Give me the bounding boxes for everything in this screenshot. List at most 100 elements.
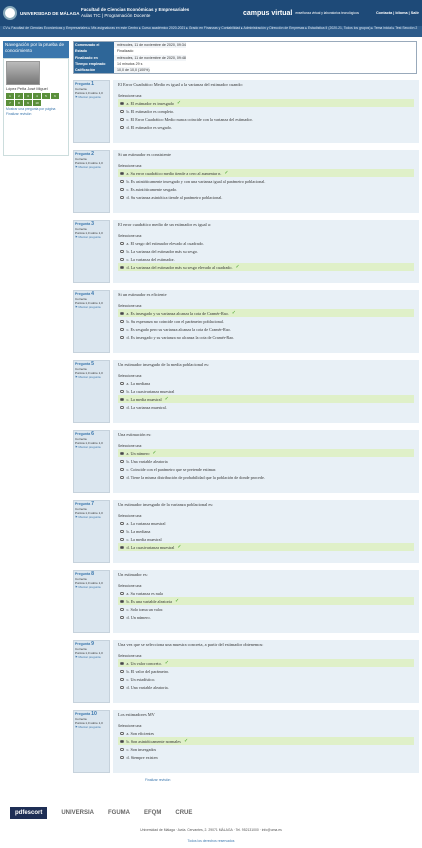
answer-option[interactable]: d. Una variable aleatoria. <box>118 683 414 691</box>
flag-question-link[interactable]: ⚑ Marcar pregunta <box>75 165 108 169</box>
radio-button[interactable] <box>120 591 124 596</box>
answer-option[interactable]: b. La mediana <box>118 527 414 535</box>
radio-button[interactable] <box>120 381 124 386</box>
answer-option[interactable]: d. El estimador es sesgado. <box>118 123 414 131</box>
answer-option[interactable]: c. La varianza del estimador. <box>118 255 414 263</box>
flag-question-link[interactable]: ⚑ Marcar pregunta <box>75 235 108 239</box>
nav-question-button[interactable]: 1 <box>6 93 14 99</box>
partner-logo[interactable]: FGUMA <box>108 810 130 816</box>
radio-button[interactable] <box>120 405 124 410</box>
radio-button[interactable] <box>120 661 124 666</box>
nav-question-button[interactable]: 10 <box>33 100 41 106</box>
nav-question-button[interactable]: 4 <box>33 93 41 99</box>
answer-option[interactable]: a. Un número ✓ <box>118 449 414 458</box>
radio-button[interactable] <box>120 755 124 760</box>
answer-option[interactable]: b. Una variable aleatoria <box>118 457 414 465</box>
radio-button[interactable] <box>120 739 124 744</box>
breadcrumb[interactable]: CV ▸ Facultad de Ciencias Económicas y E… <box>0 26 422 37</box>
answer-option[interactable]: a. La mediana <box>118 379 414 387</box>
radio-button[interactable] <box>120 335 124 340</box>
radio-button[interactable] <box>120 117 124 122</box>
radio-button[interactable] <box>120 257 124 262</box>
radio-button[interactable] <box>120 731 124 736</box>
flag-question-link[interactable]: ⚑ Marcar pregunta <box>75 585 108 589</box>
nav-question-button[interactable]: 3 <box>24 93 32 99</box>
radio-button[interactable] <box>120 101 124 106</box>
answer-option[interactable]: d. Es insesgado y su varianza no alcanza… <box>118 333 414 341</box>
radio-button[interactable] <box>120 451 124 456</box>
answer-option[interactable]: b. Son asintóticamente normales ✓ <box>118 737 414 746</box>
nav-question-button[interactable]: 2 <box>15 93 23 99</box>
answer-option[interactable]: c. Solo toma un valor. <box>118 605 414 613</box>
answer-option[interactable]: b. La cuasivarianza muestral <box>118 387 414 395</box>
answer-option[interactable]: a. Su error cuadrático medio tiende a ce… <box>118 169 414 178</box>
uma-logo[interactable]: UNIVERSIDAD DE MÁLAGA <box>3 6 81 20</box>
answer-option[interactable]: a. El estimador es insesgado ✓ <box>118 99 414 108</box>
radio-button[interactable] <box>120 467 124 472</box>
answer-option[interactable]: c. El Error Cuadrático Medio nunca coinc… <box>118 115 414 123</box>
radio-button[interactable] <box>120 171 124 176</box>
finish-review-bottom-link[interactable]: Finalizar revisión <box>73 778 419 783</box>
nav-question-button[interactable]: 9 <box>24 100 32 106</box>
answer-option[interactable]: d. Siempre existen <box>118 753 414 761</box>
partner-logo[interactable]: pdfescort <box>10 807 48 819</box>
partner-logo[interactable]: CRUE <box>175 810 192 816</box>
radio-button[interactable] <box>120 599 124 604</box>
flag-question-link[interactable]: ⚑ Marcar pregunta <box>75 515 108 519</box>
radio-button[interactable] <box>120 545 124 550</box>
answer-option[interactable]: c. La media muestral <box>118 535 414 543</box>
answer-option[interactable]: d. La cuasivarianza muestral ✓ <box>118 543 414 552</box>
radio-button[interactable] <box>120 195 124 200</box>
radio-button[interactable] <box>120 537 124 542</box>
nav-question-button[interactable]: 7 <box>6 100 14 106</box>
partner-logo[interactable]: EFQM <box>144 810 161 816</box>
answer-option[interactable]: a. La varianza muestral <box>118 519 414 527</box>
answer-option[interactable]: d. Un número. <box>118 613 414 621</box>
answer-option[interactable]: a. Es insesgado y su varianza alcanza la… <box>118 309 414 318</box>
radio-button[interactable] <box>120 187 124 192</box>
radio-button[interactable] <box>120 607 124 612</box>
nav-question-button[interactable]: 6 <box>51 93 59 99</box>
radio-button[interactable] <box>120 241 124 246</box>
answer-option[interactable]: a. Un valor concreto. ✓ <box>118 659 414 668</box>
radio-button[interactable] <box>120 389 124 394</box>
radio-button[interactable] <box>120 249 124 254</box>
flag-question-link[interactable]: ⚑ Marcar pregunta <box>75 655 108 659</box>
radio-button[interactable] <box>120 125 124 130</box>
finish-review-link[interactable]: Finalizar revisión <box>6 112 66 117</box>
flag-question-link[interactable]: ⚑ Marcar pregunta <box>75 725 108 729</box>
answer-option[interactable]: c. Es sesgado pero su varianza alcanza l… <box>118 325 414 333</box>
answer-option[interactable]: b. Su esperanza no coincide con el parám… <box>118 317 414 325</box>
answer-option[interactable]: d. La varianza del estimador más su sesg… <box>118 263 414 272</box>
answer-option[interactable]: b. Es una variable aleatoria ✓ <box>118 597 414 606</box>
footer-rights[interactable]: Todos los derechos reservados <box>0 839 422 843</box>
answer-option[interactable]: b. El valor del parámetro. <box>118 667 414 675</box>
answer-option[interactable]: d. Su varianza asintótica tiende al pará… <box>118 193 414 201</box>
radio-button[interactable] <box>120 397 124 402</box>
radio-button[interactable] <box>120 327 124 332</box>
radio-button[interactable] <box>120 265 124 270</box>
radio-button[interactable] <box>120 669 124 674</box>
answer-option[interactable]: d. La varianza muestral. <box>118 403 414 411</box>
radio-button[interactable] <box>120 521 124 526</box>
partner-logo[interactable]: UNIVERSIA <box>61 810 94 816</box>
answer-option[interactable]: b. Es asintóticamente insesgado y con un… <box>118 177 414 185</box>
radio-button[interactable] <box>120 529 124 534</box>
radio-button[interactable] <box>120 319 124 324</box>
nav-question-button[interactable]: 5 <box>42 93 50 99</box>
flag-question-link[interactable]: ⚑ Marcar pregunta <box>75 375 108 379</box>
top-links[interactable]: Contacta | Idioma | Salir <box>367 11 419 15</box>
answer-option[interactable]: b. La varianza del estimador más su sesg… <box>118 247 414 255</box>
radio-button[interactable] <box>120 677 124 682</box>
radio-button[interactable] <box>120 475 124 480</box>
flag-question-link[interactable]: ⚑ Marcar pregunta <box>75 305 108 309</box>
radio-button[interactable] <box>120 459 124 464</box>
faculty-title[interactable]: Facultad de Ciencias Económicas y Empres… <box>81 7 243 19</box>
nav-question-button[interactable]: 8 <box>15 100 23 106</box>
radio-button[interactable] <box>120 109 124 114</box>
answer-option[interactable]: c. Es asintóticamente sesgado. <box>118 185 414 193</box>
answer-option[interactable]: a. Su varianza es nula <box>118 589 414 597</box>
flag-question-link[interactable]: ⚑ Marcar pregunta <box>75 445 108 449</box>
answer-option[interactable]: c. Coincide con el parámetro que se pret… <box>118 465 414 473</box>
radio-button[interactable] <box>120 747 124 752</box>
